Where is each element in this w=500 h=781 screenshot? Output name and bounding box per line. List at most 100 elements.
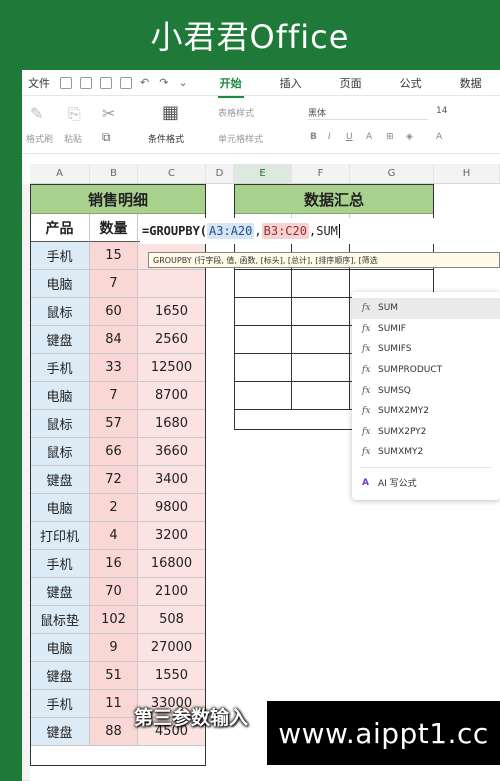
sales-cell-quantity[interactable]: 57 — [90, 410, 138, 438]
sales-cell-quantity[interactable]: 2 — [90, 494, 138, 522]
sales-cell-quantity[interactable]: 7 — [90, 382, 138, 410]
sales-cell-amount[interactable]: 1550 — [138, 662, 206, 690]
tab-page[interactable]: 页面 — [332, 75, 370, 91]
border-icon[interactable]: ⊞ — [386, 132, 394, 142]
sales-cell-product[interactable]: 电脑 — [30, 494, 90, 522]
sales-cell-amount[interactable]: 3400 — [138, 466, 206, 494]
summary-cell[interactable] — [234, 326, 292, 354]
sales-cell-quantity[interactable]: 66 — [90, 438, 138, 466]
summary-cell[interactable] — [292, 270, 350, 298]
tab-formula[interactable]: 公式 — [392, 75, 430, 91]
summary-cell[interactable] — [234, 270, 292, 298]
sales-cell-product[interactable]: 打印机 — [30, 522, 90, 550]
cut-icon[interactable]: ✂ — [102, 104, 115, 123]
autocomplete-item[interactable]: fx SUMIF — [352, 319, 500, 340]
ai-formula-item[interactable]: A AI 写公式 — [352, 472, 500, 494]
sales-cell-amount[interactable]: 9800 — [138, 494, 206, 522]
sales-cell-quantity[interactable]: 84 — [90, 326, 138, 354]
row-header-strip[interactable] — [22, 184, 30, 781]
preview-icon[interactable] — [120, 76, 132, 89]
column-header-a[interactable]: A — [30, 164, 90, 184]
sales-cell-amount[interactable]: 1650 — [138, 298, 206, 326]
bold-icon[interactable]: B — [310, 132, 317, 142]
fill-color-icon[interactable]: ◈ — [406, 132, 413, 142]
autocomplete-item[interactable]: fx SUMIFS — [352, 339, 500, 360]
sales-cell-amount[interactable]: 8700 — [138, 382, 206, 410]
export-icon[interactable] — [80, 76, 92, 89]
summary-cell[interactable] — [292, 382, 350, 410]
conditional-format-icon[interactable]: ▦ — [162, 102, 179, 123]
sales-cell-quantity[interactable]: 60 — [90, 298, 138, 326]
redo-icon[interactable]: ↷ — [159, 76, 168, 89]
sales-cell-product[interactable]: 键盘 — [30, 578, 90, 606]
column-header-h[interactable]: H — [434, 164, 500, 184]
save-icon[interactable] — [60, 76, 72, 89]
font-color-icon[interactable]: A — [436, 132, 442, 142]
sales-cell-quantity[interactable]: 16 — [90, 550, 138, 578]
autocomplete-item[interactable]: fx SUM — [352, 298, 500, 319]
sales-cell-quantity[interactable]: 72 — [90, 466, 138, 494]
table-style-button[interactable]: 表格样式 — [218, 106, 254, 119]
sales-cell-quantity[interactable]: 4 — [90, 522, 138, 550]
sales-cell-product[interactable]: 键盘 — [30, 466, 90, 494]
sales-cell-quantity[interactable]: 9 — [90, 634, 138, 662]
sales-cell-quantity[interactable]: 88 — [90, 718, 138, 746]
sales-cell-amount[interactable]: 2100 — [138, 578, 206, 606]
paste-icon[interactable]: ⎘ — [68, 104, 81, 124]
sales-cell-product[interactable]: 电脑 — [30, 382, 90, 410]
sales-cell-product[interactable]: 电脑 — [30, 270, 90, 298]
sales-cell-product[interactable]: 键盘 — [30, 662, 90, 690]
column-header-c[interactable]: C — [138, 164, 206, 184]
cell-style-button[interactable]: 单元格样式 — [218, 132, 263, 145]
sales-cell-quantity[interactable]: 51 — [90, 662, 138, 690]
autocomplete-item[interactable]: fx SUMSQ — [352, 380, 500, 401]
autocomplete-item[interactable]: fx SUMX2MY2 — [352, 401, 500, 422]
sales-cell-product[interactable]: 键盘 — [30, 718, 90, 746]
sales-cell-amount[interactable]: 1680 — [138, 410, 206, 438]
sales-cell-product[interactable]: 鼠标 — [30, 410, 90, 438]
sales-cell-quantity[interactable]: 15 — [90, 242, 138, 270]
column-header-g[interactable]: G — [350, 164, 434, 184]
italic-icon[interactable]: I — [328, 132, 331, 142]
tab-data[interactable]: 数据 — [452, 75, 490, 91]
summary-cell[interactable] — [292, 298, 350, 326]
column-header-f[interactable]: F — [292, 164, 350, 184]
sales-cell-product[interactable]: 手机 — [30, 354, 90, 382]
summary-table-title[interactable]: 数据汇总 — [234, 184, 434, 214]
sales-cell-product[interactable]: 电脑 — [30, 634, 90, 662]
copy-icon[interactable]: ⧉ — [102, 130, 111, 145]
sales-cell-amount[interactable] — [138, 270, 206, 298]
autocomplete-item[interactable]: fx SUMX2PY2 — [352, 422, 500, 443]
paste-label[interactable]: 粘贴 — [64, 132, 82, 145]
sales-cell-amount[interactable]: 2560 — [138, 326, 206, 354]
sales-cell-product[interactable]: 键盘 — [30, 326, 90, 354]
tab-home[interactable]: 开始 — [212, 75, 250, 98]
sales-cell-quantity[interactable]: 70 — [90, 578, 138, 606]
sales-cell-quantity[interactable]: 11 — [90, 690, 138, 718]
sales-cell-amount[interactable]: 27000 — [138, 634, 206, 662]
sales-cell-product[interactable]: 手机 — [30, 690, 90, 718]
format-painter-label[interactable]: 格式刷 — [26, 132, 53, 145]
sales-cell-amount[interactable]: 3200 — [138, 522, 206, 550]
sales-cell-quantity[interactable]: 7 — [90, 270, 138, 298]
sales-cell-quantity[interactable]: 102 — [90, 606, 138, 634]
more-chevron-icon[interactable]: ⌄ — [178, 76, 187, 89]
underline-icon[interactable]: U — [346, 132, 353, 142]
summary-cell[interactable] — [234, 382, 292, 410]
summary-cell[interactable] — [292, 326, 350, 354]
sales-header-quantity[interactable]: 数量 — [90, 214, 138, 242]
sales-cell-amount[interactable]: 508 — [138, 606, 206, 634]
active-cell-formula-editor[interactable]: =GROUPBY( A3:A20 , B3:C20 , SUM — [140, 218, 440, 244]
sales-header-product[interactable]: 产品 — [30, 214, 90, 242]
sales-cell-product[interactable]: 鼠标 — [30, 298, 90, 326]
column-header-d[interactable]: D — [206, 164, 234, 184]
sales-cell-product[interactable]: 手机 — [30, 242, 90, 270]
sales-cell-product[interactable]: 鼠标垫 — [30, 606, 90, 634]
print-icon[interactable] — [100, 76, 112, 89]
summary-cell[interactable] — [234, 298, 292, 326]
autocomplete-item[interactable]: fx SUMXMY2 — [352, 442, 500, 463]
font-name-select[interactable]: 黑体 — [308, 106, 428, 120]
autocomplete-item[interactable]: fx SUMPRODUCT — [352, 360, 500, 381]
summary-cell[interactable] — [234, 354, 292, 382]
conditional-format-button[interactable]: 条件格式 — [148, 132, 184, 145]
